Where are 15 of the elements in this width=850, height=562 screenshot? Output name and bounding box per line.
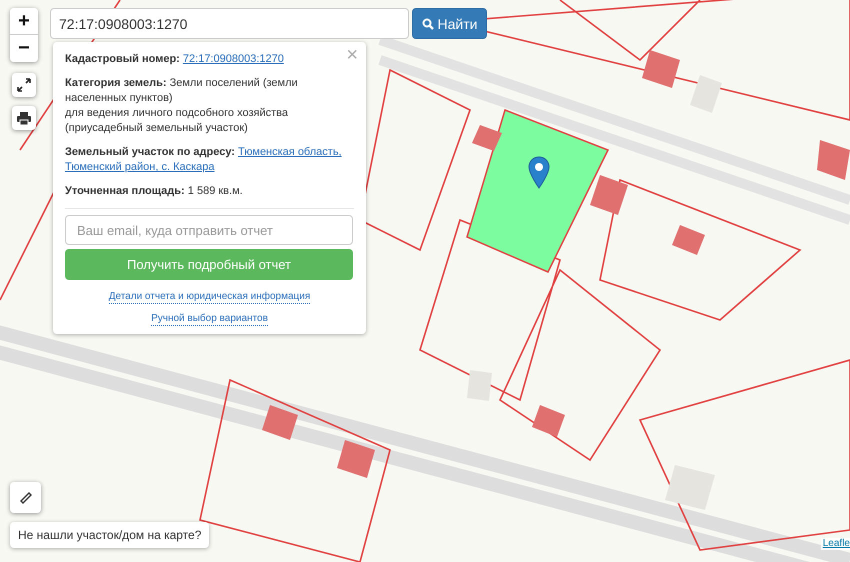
zoom-out-button[interactable]: − [10,35,38,62]
info-line: Уточненная площадь: 1 589 кв.м. [65,184,244,199]
search-field[interactable]: 72:17:0908003:1270 [50,8,409,39]
find-button[interactable]: Найти [412,8,487,39]
info-line: Категория земель: Земли поселений (земли населенных пунктов) для ведения личного подсобного хозяйства (приусадебный земельный участок) [65,76,299,136]
not-found-button[interactable]: Не нашли участок/дом на карте? [10,522,210,548]
info-link[interactable]: 72:17:0908003:1270 [182,53,284,65]
info-link[interactable]: Тюменский район, с. Каскара [65,161,215,173]
zoom-in-button[interactable]: + [10,8,38,35]
info-link[interactable]: Тюменская область, [238,146,342,158]
attribution-link[interactable]: Leafle [820,538,850,550]
popup-link[interactable]: Детали отчета и юридическая информация [108,291,310,304]
email-field[interactable]: Ваш email, куда отправить отчет [65,215,353,245]
info-line: Земельный участок по адресу: Тюменская область, Тюменский район, с. Каскара [65,145,343,175]
popup-link[interactable]: Ручной выбор вариантов [151,313,268,326]
